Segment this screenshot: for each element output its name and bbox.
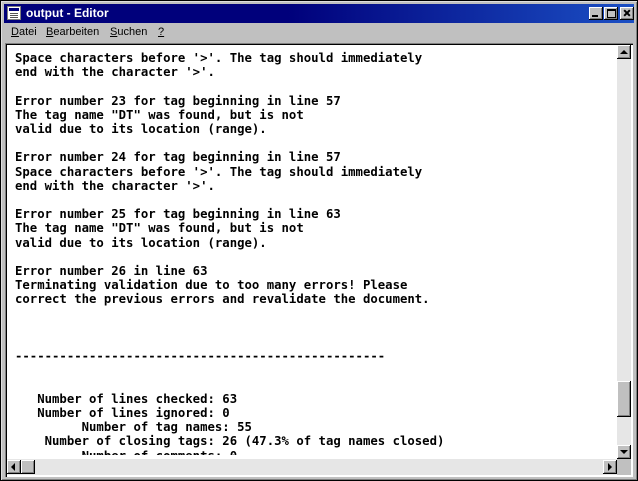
close-button[interactable] [620,7,634,20]
window-title: output - Editor [26,6,109,20]
scroll-right-button[interactable] [603,460,617,474]
text-line: Number of closing tags: 26 (47.3% of tag… [15,434,445,449]
menu-datei[interactable]: Datei [11,26,37,38]
document-text[interactable]: Space characters before '>'. The tag sho… [15,51,611,455]
minimize-button[interactable] [589,7,603,20]
title-bar[interactable]: output - Editor [4,4,634,23]
text-line: Space characters before '>'. The tag sho… [15,51,423,65]
arrow-down-icon [620,450,628,454]
text-line: Space characters before '>'. The tag sho… [15,164,423,179]
vertical-scroll-thumb[interactable] [617,381,631,417]
text-line: end with the character '>'. [15,65,215,80]
menu-help[interactable]: ? [158,26,164,38]
text-line: ----------------------------------------… [15,349,386,364]
scroll-down-button[interactable] [617,445,631,459]
maximize-button[interactable] [604,7,618,20]
notepad-icon[interactable] [7,6,21,20]
scroll-up-button[interactable] [617,45,631,59]
text-line: The tag name "DT" was found, but is not [15,221,304,236]
size-grip[interactable] [617,459,631,475]
arrow-up-icon [620,50,628,54]
text-line: The tag name "DT" was found, but is not [15,107,304,122]
menu-bearbeiten[interactable]: Bearbeiten [46,26,99,38]
text-line: Error number 26 in line 63 [15,264,208,279]
text-line: Terminating validation due to too many e… [15,278,408,293]
text-line: valid due to its location (range). [15,235,267,250]
text-line: Number of lines ignored: 0 [15,406,230,421]
arrow-right-icon [608,463,612,471]
text-line: Number of comments: 0 [15,449,237,455]
text-line: end with the character '>'. [15,178,215,193]
vertical-scrollbar[interactable] [617,45,631,459]
menu-suchen[interactable]: Suchen [110,26,147,38]
text-line: Number of tag names: 55 [15,420,252,435]
horizontal-scrollbar[interactable] [7,459,617,475]
text-line: Error number 23 for tag beginning in lin… [15,93,341,108]
text-line: correct the previous errors and revalida… [15,292,430,307]
editor-window: output - Editor Datei Bearbeiten Suchen … [0,0,638,481]
text-line: valid due to its location (range). [15,122,267,137]
text-line: Error number 24 for tag beginning in lin… [15,150,341,165]
scroll-left-button[interactable] [7,460,21,474]
text-line: Number of lines checked: 63 [15,391,238,406]
horizontal-scroll-thumb[interactable] [21,460,35,474]
arrow-left-icon [11,463,15,471]
text-line: Error number 25 for tag beginning in lin… [15,207,341,222]
menu-bar: Datei Bearbeiten Suchen ? [4,24,634,42]
text-area[interactable]: Space characters before '>'. The tag sho… [5,43,633,477]
